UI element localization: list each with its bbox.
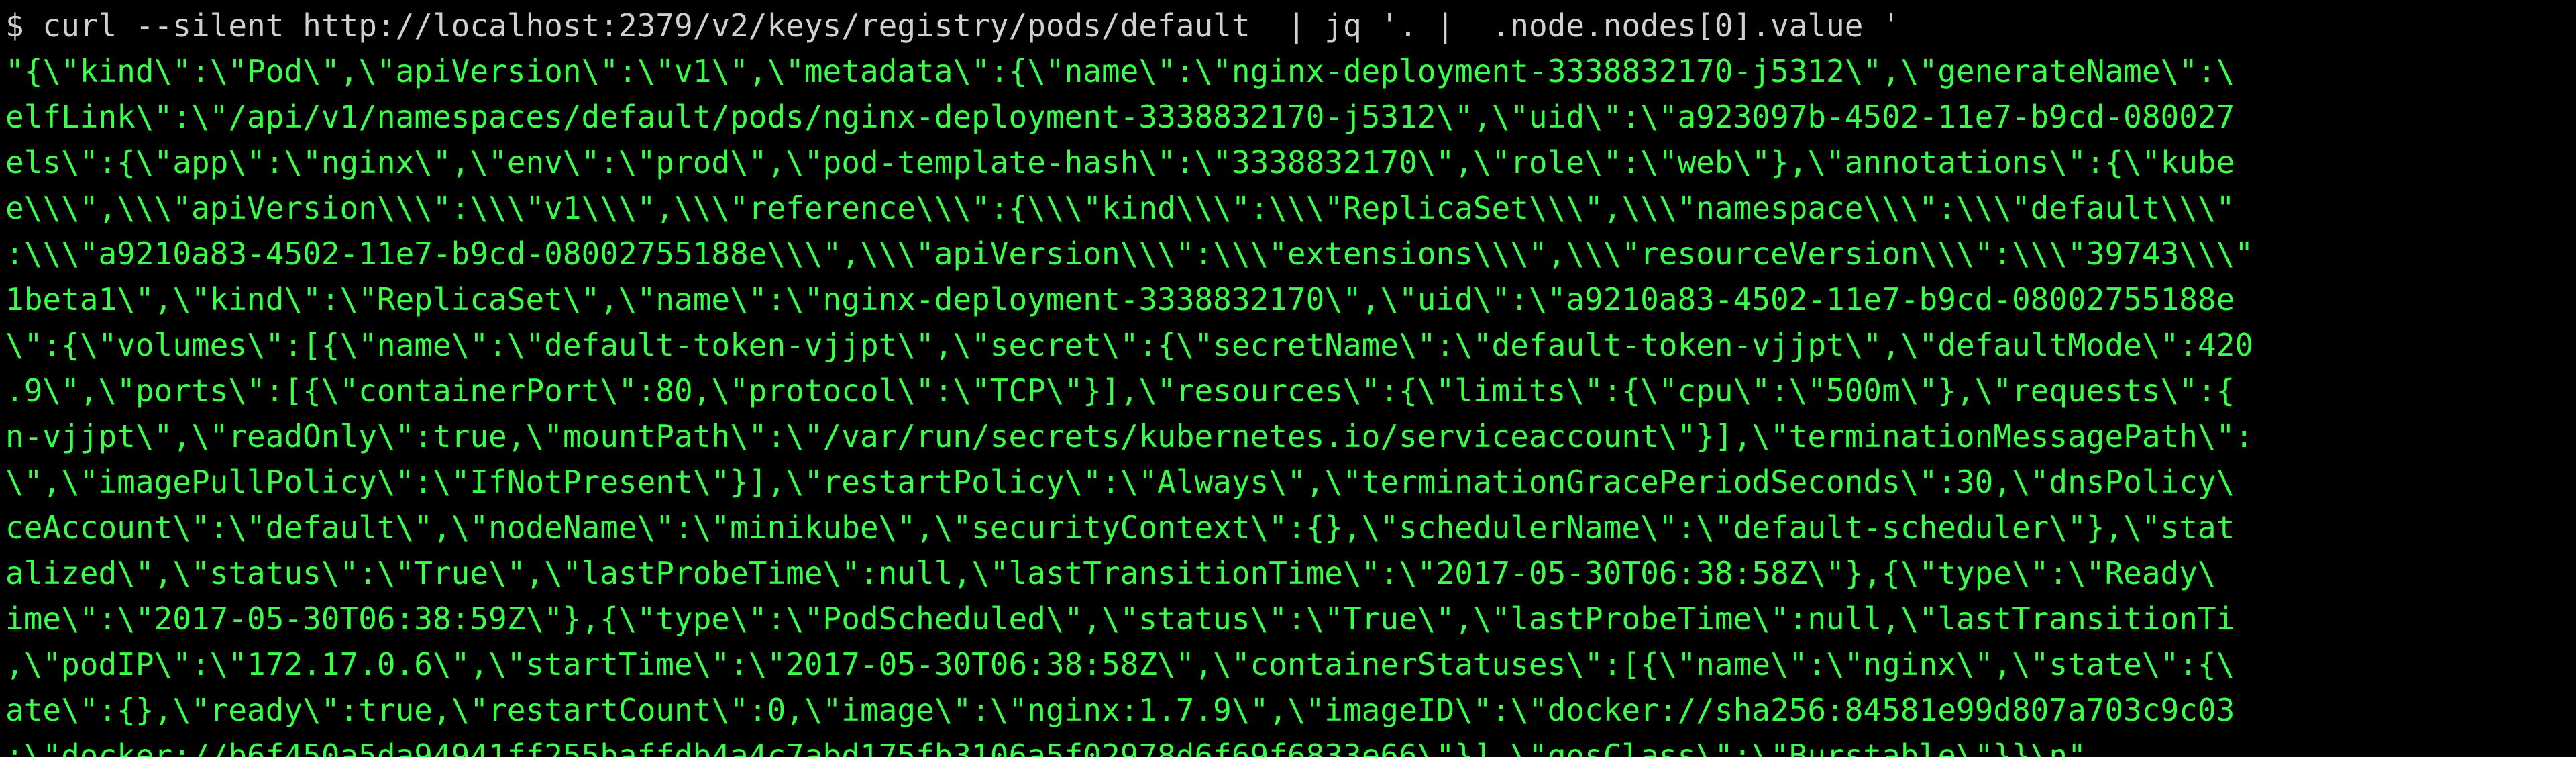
output-line: elfLink\":\"/api/v1/namespaces/default/p… <box>5 99 2235 135</box>
output-line: n-vjjpt\",\"readOnly\":true,\"mountPath\… <box>5 418 2253 454</box>
shell-prompt: $ <box>5 7 42 44</box>
command-line: curl --silent http://localhost:2379/v2/k… <box>42 7 1900 44</box>
output-line: ate\":{},\"ready\":true,\"restartCount\"… <box>5 692 2235 728</box>
output-line: 1beta1\",\"kind\":\"ReplicaSet\",\"name\… <box>5 281 2235 317</box>
terminal-window[interactable]: $ curl --silent http://localhost:2379/v2… <box>0 0 2576 757</box>
output-line: "{\"kind\":\"Pod\",\"apiVersion\":\"v1\"… <box>5 53 2235 89</box>
output-line: e\\\",\\\"apiVersion\\\":\\\"v1\\\",\\\"… <box>5 190 2235 226</box>
output-line: \",\"imagePullPolicy\":\"IfNotPresent\"}… <box>5 464 2235 500</box>
output-line: els\":{\"app\":\"nginx\",\"env\":\"prod\… <box>5 144 2235 181</box>
output-line: ceAccount\":\"default\",\"nodeName\":\"m… <box>5 509 2235 546</box>
output-line: alized\",\"status\":\"True\",\"lastProbe… <box>5 555 2216 591</box>
output-line: ime\":\"2017-05-30T06:38:59Z\"},{\"type\… <box>5 601 2235 637</box>
output-line: .9\",\"ports\":[{\"containerPort\":80,\"… <box>5 372 2235 409</box>
output-line: :\\\"a9210a83-4502-11e7-b9cd-08002755188… <box>5 236 2253 272</box>
output-line: \":{\"volumes\":[{\"name\":\"default-tok… <box>5 327 2253 363</box>
output-line: :\"docker://b6f450a5da94941ff255baffdb4a… <box>5 738 2086 757</box>
output-line: ,\"podIP\":\"172.17.0.6\",\"startTime\":… <box>5 646 2235 683</box>
